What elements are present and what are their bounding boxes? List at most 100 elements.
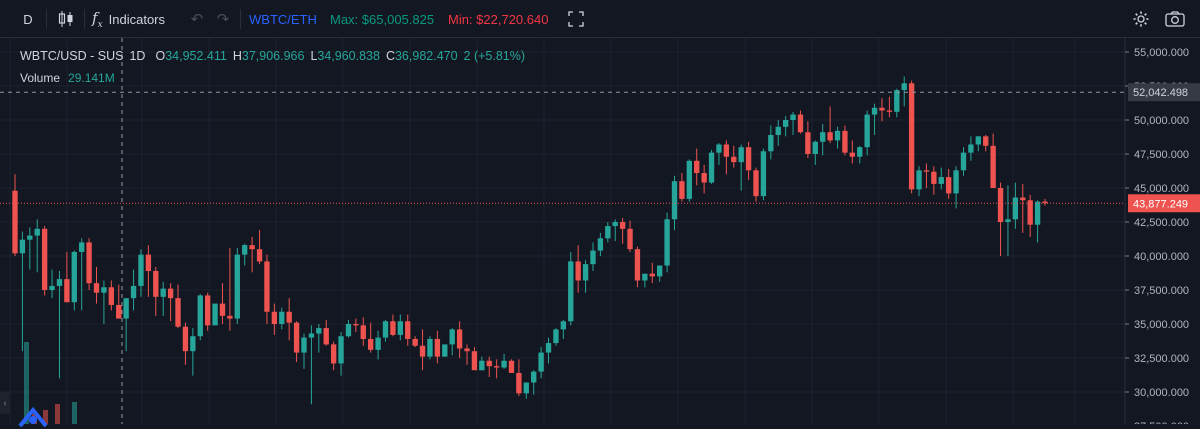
open-value: 34,952.411 xyxy=(165,49,227,63)
candle-body xyxy=(916,170,922,190)
candle-body xyxy=(86,242,92,284)
high-label: H xyxy=(232,49,242,63)
candle-body xyxy=(960,152,967,171)
camera-icon[interactable] xyxy=(1164,0,1186,38)
price-tick-label: 35,000.000 xyxy=(1134,319,1189,331)
candle-body xyxy=(627,228,633,250)
logo-icon xyxy=(18,406,48,428)
candle-body xyxy=(842,130,848,153)
gear-glyph xyxy=(1133,11,1149,27)
candle-body xyxy=(657,265,663,277)
candle-body xyxy=(360,325,366,339)
candle-body xyxy=(1020,197,1026,201)
interval-button[interactable]: D xyxy=(18,0,38,38)
settings-icon[interactable] xyxy=(1131,0,1151,38)
candle-body xyxy=(1034,201,1041,225)
last-price-label: 43,877.249 xyxy=(1133,198,1188,210)
low-label: L xyxy=(310,49,318,63)
price-tick-label: 42,500.000 xyxy=(1134,217,1189,229)
candle-body xyxy=(590,250,596,265)
candle-body xyxy=(597,238,604,251)
fullscreen-glyph xyxy=(568,11,584,27)
candle-body xyxy=(1012,197,1019,220)
candle-body xyxy=(871,107,878,115)
candle-body xyxy=(449,329,455,345)
redo-icon[interactable]: ↷ xyxy=(214,0,232,38)
candle-body xyxy=(671,181,678,220)
candle-body xyxy=(271,311,278,324)
open-label: O xyxy=(155,49,166,63)
candle-body xyxy=(234,254,240,319)
toolbar-divider xyxy=(84,9,85,29)
candle-body xyxy=(582,264,589,281)
candle-body xyxy=(975,136,981,145)
candle-body xyxy=(708,152,715,183)
top-toolbar: D fx Indicators ↶ ↷ WBTC/ETH Max: $65,00… xyxy=(0,0,1200,38)
candle-body xyxy=(516,372,522,394)
candle-body xyxy=(545,343,552,353)
candle-body xyxy=(116,304,122,319)
candle-body xyxy=(34,228,40,236)
candle-body xyxy=(946,177,952,194)
candle-body xyxy=(508,360,515,373)
toolbar-divider xyxy=(46,9,47,29)
candle-body xyxy=(108,287,114,305)
candle-body xyxy=(879,107,885,111)
candle-body xyxy=(464,348,470,352)
candle-body xyxy=(805,132,811,154)
candle-body xyxy=(427,338,433,357)
candle-body xyxy=(612,222,618,227)
candle-body xyxy=(553,329,559,344)
candle-body xyxy=(101,287,107,293)
candle-body xyxy=(167,288,174,299)
candle-body xyxy=(812,141,818,154)
scroll-left-icon[interactable]: ‹ xyxy=(0,392,10,414)
candle-body xyxy=(323,328,329,345)
undo-icon[interactable]: ↶ xyxy=(188,0,206,38)
candle-body xyxy=(531,371,537,383)
candle-body xyxy=(242,245,248,255)
candle-body xyxy=(93,283,100,293)
legend-interval: 1D xyxy=(129,49,146,63)
candle-body xyxy=(390,321,396,335)
candle-body xyxy=(330,344,337,364)
candle-body xyxy=(264,261,270,312)
candle-body xyxy=(716,144,722,153)
candle-body xyxy=(1005,219,1011,222)
min-price-label: Min: $22,720.640 xyxy=(448,11,549,27)
candle-body xyxy=(345,324,352,337)
chart-type-button[interactable] xyxy=(56,0,76,38)
candle-body xyxy=(849,152,856,157)
candle-body xyxy=(782,120,789,127)
candle-body xyxy=(175,298,181,327)
chart-area[interactable]: 55,000.00052,500.00050,000.00047,500.000… xyxy=(0,38,1200,429)
fullscreen-icon[interactable] xyxy=(566,0,586,38)
candle-body xyxy=(56,279,63,286)
change-value: 2 (+5.81%) xyxy=(463,49,526,63)
candle-body xyxy=(775,126,781,135)
price-tick-label: 32,500.000 xyxy=(1134,353,1189,365)
toolbar-divider xyxy=(240,9,241,29)
candle-body xyxy=(568,261,574,322)
candle-body xyxy=(442,344,448,357)
candle-body xyxy=(523,382,529,394)
price-tick-label: 37,500.000 xyxy=(1134,285,1189,297)
indicators-button[interactable]: fx Indicators xyxy=(92,0,165,38)
candle-body xyxy=(286,311,292,323)
candle-body xyxy=(160,288,166,297)
candle-body xyxy=(686,160,692,199)
candle-body xyxy=(501,360,507,368)
candle-body xyxy=(434,338,441,357)
candle-body xyxy=(249,245,255,250)
candle-body xyxy=(353,324,359,326)
candle-body xyxy=(71,251,77,303)
pair-link[interactable]: WBTC/ETH xyxy=(249,0,317,38)
candle-body xyxy=(1027,200,1033,225)
candle-body xyxy=(797,114,804,133)
candlestick-chart[interactable]: 55,000.00052,500.00050,000.00047,500.000… xyxy=(0,38,1200,429)
candle-body xyxy=(153,270,159,297)
candle-body xyxy=(679,181,685,199)
volume-row: Volume 29.141M xyxy=(20,67,525,89)
candle-body xyxy=(997,188,1004,222)
candle-body xyxy=(486,360,492,367)
